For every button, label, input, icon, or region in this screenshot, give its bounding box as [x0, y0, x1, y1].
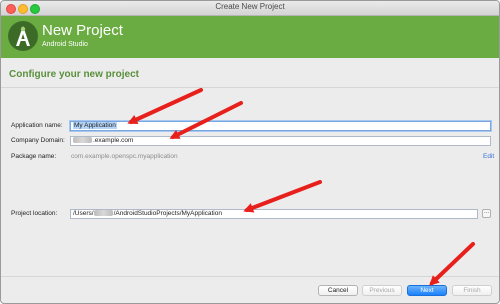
company-domain-input[interactable]: .example.com — [70, 136, 491, 146]
project-location-label: Project location: — [11, 210, 58, 217]
project-location-input[interactable]: /Users/ /AndroidStudioProjects/MyApplicat… — [70, 209, 478, 219]
application-name-label: Application name: — [11, 122, 63, 129]
header-subtitle: Android Studio — [42, 41, 88, 48]
project-location-prefix: /Users/ — [73, 210, 94, 217]
application-name-value: My Application — [73, 122, 117, 129]
android-studio-logo-icon — [8, 21, 38, 51]
redacted-text — [93, 210, 113, 216]
title-bar: Create New Project — [1, 1, 499, 16]
header-banner: New Project Android Studio — [1, 16, 499, 58]
dialog-window: Create New Project New Project Android S… — [0, 0, 500, 304]
edit-package-link[interactable]: Edit — [483, 153, 494, 160]
header-title: New Project — [42, 22, 123, 39]
cancel-button[interactable]: Cancel — [318, 285, 358, 296]
next-button[interactable]: Next — [407, 285, 447, 296]
section-divider — [1, 87, 499, 88]
package-name-label: Package name: — [11, 153, 57, 160]
redacted-text — [73, 137, 92, 143]
company-domain-label: Company Domain: — [11, 137, 65, 144]
section-title: Configure your new project — [9, 69, 140, 80]
window-title: Create New Project — [215, 2, 285, 11]
company-domain-value: .example.com — [93, 137, 134, 144]
project-location-suffix: /AndroidStudioProjects/MyApplication — [113, 210, 222, 217]
package-name-value: com.example.openspc.myapplication — [71, 153, 178, 160]
previous-button[interactable]: Previous — [362, 285, 402, 296]
browse-location-button[interactable]: ... — [482, 209, 491, 218]
application-name-input[interactable]: My Application — [70, 121, 491, 131]
footer-divider — [1, 276, 499, 277]
finish-button[interactable]: Finish — [452, 285, 492, 296]
